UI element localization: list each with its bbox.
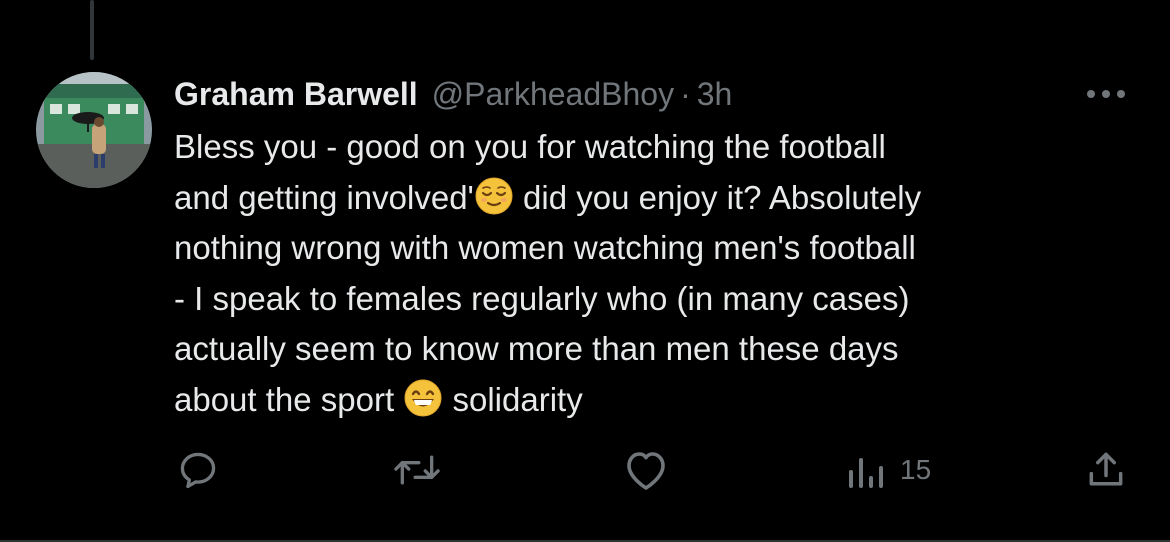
text-line: - I speak to females regularly who (in m… xyxy=(174,274,1134,325)
avatar-photo xyxy=(36,72,152,188)
retweet-button[interactable] xyxy=(393,446,441,494)
heart-icon xyxy=(627,452,665,490)
retweet-icon xyxy=(394,455,440,485)
text-line: Bless you - good on you for watching the… xyxy=(174,122,1134,173)
text-line-segment: solidarity xyxy=(452,380,583,418)
text-line-segment: and getting involved' xyxy=(174,178,474,216)
text-line-segment: actually seem to know more than men thes… xyxy=(174,330,899,367)
more-horizontal-icon xyxy=(1087,90,1125,98)
relieved-face-emoji xyxy=(475,177,513,214)
reply-text: Bless you - good on you for watching the… xyxy=(174,122,1134,425)
header-separator: · xyxy=(680,75,691,112)
text-line-segment: nothing wrong with women watching men's … xyxy=(174,229,916,266)
views-count: 15 xyxy=(900,454,932,485)
text-line-segment: about the sport xyxy=(174,380,395,418)
text-line: and getting involved' did you enjoy it? … xyxy=(174,173,1134,224)
text-line: about the sport solidarity xyxy=(174,375,1134,426)
text-line-segment: did you enjoy it? Absolutely xyxy=(523,178,922,216)
text-line-segment: - I speak to females regularly who (in m… xyxy=(174,279,910,317)
share-button[interactable] xyxy=(1084,446,1128,494)
text-line: nothing wrong with women watching men's … xyxy=(174,223,1134,274)
grinning-face-emoji xyxy=(404,379,442,416)
reply-icon xyxy=(180,452,216,489)
avatar[interactable] xyxy=(36,72,152,188)
views-button[interactable]: 15 xyxy=(846,446,931,494)
views-chart-icon xyxy=(849,458,883,488)
thread-connector-line xyxy=(90,0,94,60)
author-display-name[interactable]: Graham Barwell xyxy=(174,76,418,113)
text-line: actually seem to know more than men thes… xyxy=(174,324,1134,375)
reply-header: Graham Barwell @ParkheadBhoy · 3h xyxy=(174,68,732,120)
share-icon xyxy=(1089,452,1123,486)
author-handle[interactable]: @ParkheadBhoy xyxy=(432,76,674,113)
reply-button[interactable] xyxy=(176,446,220,494)
like-button[interactable] xyxy=(622,446,670,494)
reply-timestamp[interactable]: 3h xyxy=(697,76,733,113)
text-line-segment: Bless you - good on you for watching the… xyxy=(174,128,886,165)
more-options-button[interactable] xyxy=(1082,80,1130,108)
